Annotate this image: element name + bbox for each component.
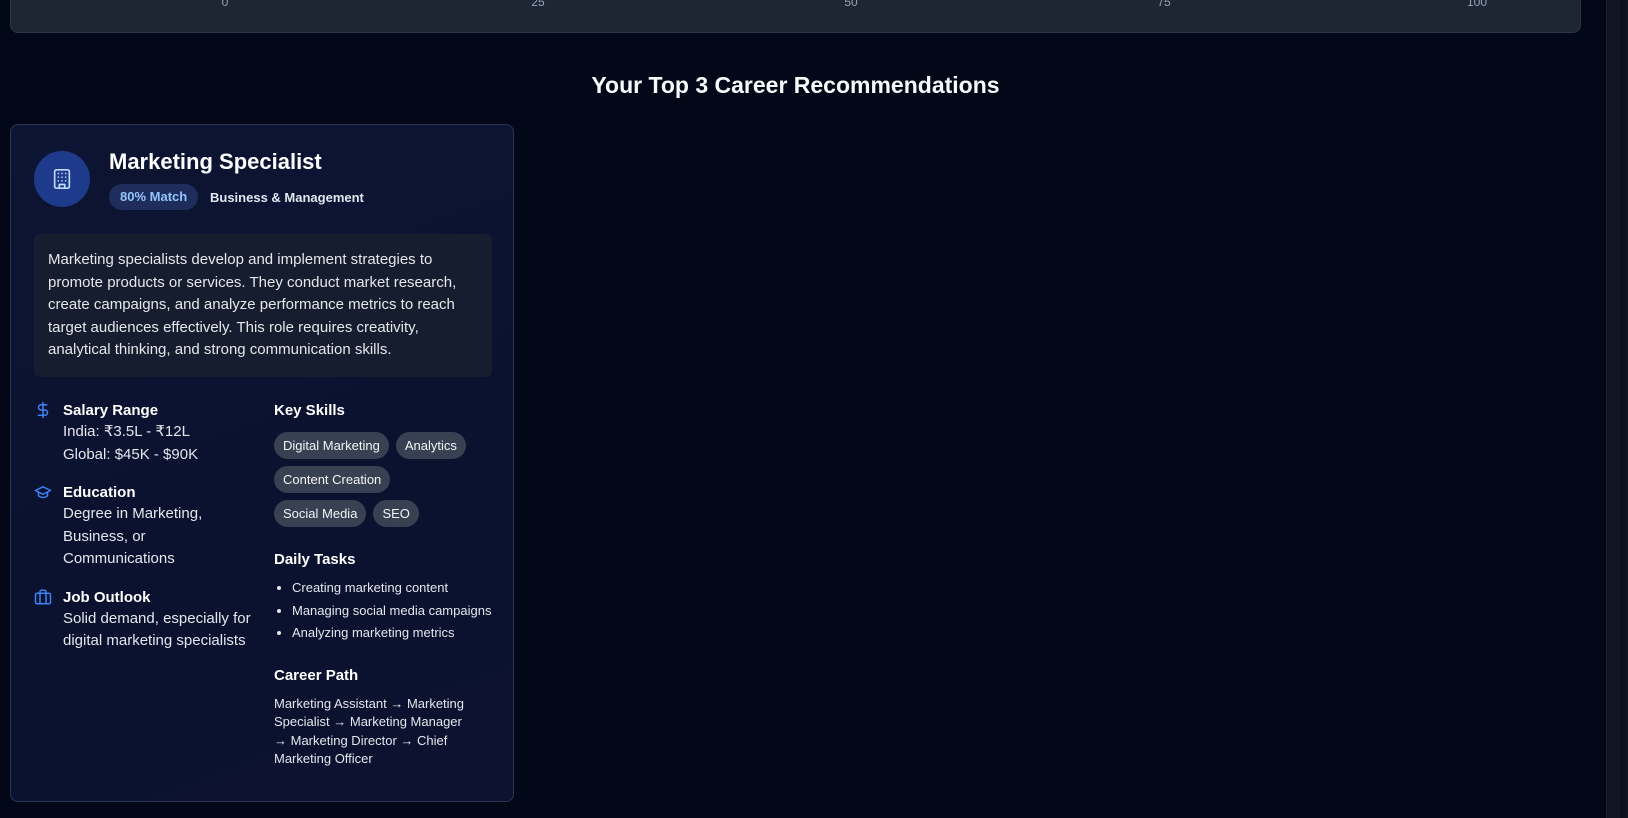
salary-title: Salary Range <box>63 402 159 419</box>
axis-tick-label: 25 <box>531 0 545 9</box>
tasks-title: Daily Tasks <box>274 551 356 568</box>
career-description: Marketing specialists develop and implem… <box>34 234 492 377</box>
career-extras: Key Skills Digital Marketing Analytics C… <box>274 400 499 769</box>
axis-tick-label: 75 <box>1157 0 1171 9</box>
career-category: Business & Management <box>210 190 364 205</box>
outlook-section: Job Outlook Solid demand, especially for… <box>34 587 259 653</box>
career-path-text: Marketing Assistant → Marketing Speciali… <box>274 695 465 767</box>
outlook-text: Solid demand, especially for digital mar… <box>63 609 251 650</box>
career-details: Salary Range India: ₹3.5L - ₹12L Global:… <box>34 400 259 669</box>
skill-tag: Analytics <box>395 432 466 459</box>
previous-chart-panel: 0 25 50 75 100 <box>10 0 1581 33</box>
graduation-cap-icon <box>34 486 52 499</box>
salary-section: Salary Range India: ₹3.5L - ₹12L Global:… <box>34 400 259 466</box>
education-title: Education <box>63 484 136 501</box>
task-item: Creating marketing content <box>292 579 499 598</box>
building-icon <box>34 151 90 207</box>
skill-tag: Social Media <box>274 500 367 527</box>
skills-list: Digital Marketing Analytics Content Crea… <box>274 432 479 527</box>
task-item: Managing social media campaigns <box>292 602 499 621</box>
section-title: Your Top 3 Career Recommendations <box>591 72 1000 98</box>
briefcase-icon <box>34 589 52 604</box>
axis-tick-label: 50 <box>844 0 858 9</box>
outlook-title: Job Outlook <box>63 588 151 606</box>
axis-tick-label: 100 <box>1466 0 1488 9</box>
skills-title: Key Skills <box>274 402 345 419</box>
salary-india: India: ₹3.5L - ₹12L <box>63 423 190 440</box>
match-badge: 80% Match <box>109 184 199 210</box>
axis-tick-label: 0 <box>221 0 229 9</box>
education-section: Education Degree in Marketing, Business,… <box>34 482 259 571</box>
skill-tag: Digital Marketing <box>274 432 389 459</box>
career-path-title: Career Path <box>274 666 359 684</box>
career-title: Marketing Specialist <box>109 149 322 174</box>
skill-tag: Content Creation <box>274 466 391 493</box>
dollar-icon <box>37 401 49 419</box>
career-card: Marketing Specialist 80% Match Business … <box>10 124 514 802</box>
task-item: Analyzing marketing metrics <box>292 624 499 643</box>
salary-global: Global: $45K - $90K <box>63 445 199 463</box>
scrollbar-thumb[interactable] <box>1620 0 1626 818</box>
skill-tag: SEO <box>373 500 419 527</box>
tasks-list: Creating marketing content Managing soci… <box>274 579 499 643</box>
education-text: Degree in Marketing, Business, or Commun… <box>63 505 203 567</box>
